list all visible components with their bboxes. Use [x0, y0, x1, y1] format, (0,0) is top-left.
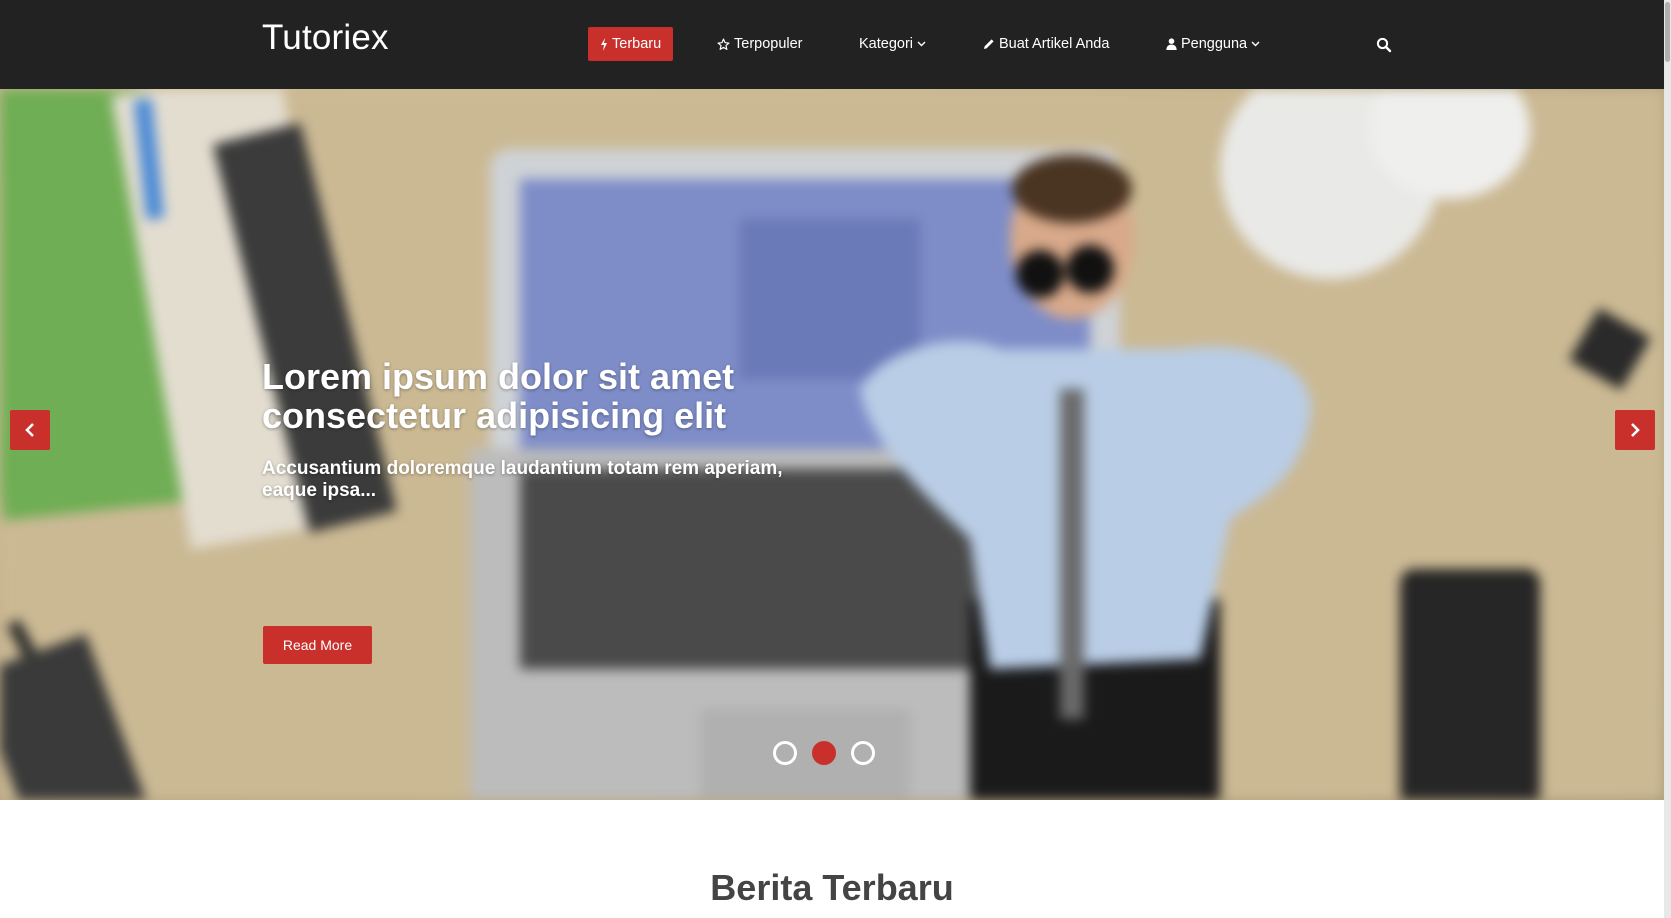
hero-subtitle: Accusantium doloremque laudantium totam … [262, 458, 783, 501]
scrollbar-track[interactable] [1664, 0, 1671, 918]
chevron-down-icon [917, 41, 926, 47]
chevron-down-icon [1251, 41, 1260, 47]
nav-item-terpopuler[interactable]: Terpopuler [717, 27, 803, 61]
nav-item-label: Terbaru [612, 36, 662, 52]
search-icon[interactable] [1376, 37, 1392, 53]
chevron-left-icon [25, 423, 34, 437]
section-title: Berita Terbaru [710, 867, 954, 908]
carousel-next-button[interactable] [1615, 410, 1655, 450]
carousel-indicator-3[interactable] [851, 741, 875, 765]
nav-item-terbaru[interactable]: Terbaru [588, 27, 674, 61]
nav-item-label: Kategori [859, 36, 914, 52]
star-icon [717, 37, 730, 50]
top-navbar: Tutoriex Terbaru Terpopuler Kategori Bua… [0, 0, 1664, 89]
nav-item-label: Terpopuler [734, 36, 803, 52]
chevron-right-icon [1631, 423, 1640, 437]
page: Tutoriex Terbaru Terpopuler Kategori Bua… [0, 0, 1671, 918]
hero-carousel: Lorem ipsum dolor sit amet consectetur a… [0, 89, 1664, 800]
nav-item-pengguna[interactable]: Pengguna [1166, 27, 1260, 61]
nav-item-label: Buat Artikel Anda [999, 36, 1110, 52]
pencil-icon [984, 39, 994, 49]
read-more-button[interactable]: Read More [263, 626, 372, 664]
nav-item-buat-artikel[interactable]: Buat Artikel Anda [983, 27, 1109, 61]
nav-item-label: Pengguna [1181, 36, 1248, 52]
carousel-indicator-1[interactable] [773, 741, 797, 765]
carousel-indicator-2[interactable] [812, 741, 836, 765]
carousel-prev-button[interactable] [10, 410, 50, 450]
hero-title: Lorem ipsum dolor sit amet consectetur a… [262, 356, 735, 436]
scrollbar-thumb[interactable] [1665, 2, 1670, 62]
brand-logo[interactable]: Tutoriex [262, 18, 389, 58]
user-icon [1166, 38, 1177, 50]
nav-item-kategori[interactable]: Kategori [859, 27, 926, 61]
hero-background-image [0, 89, 1664, 800]
bolt-icon [601, 37, 607, 51]
